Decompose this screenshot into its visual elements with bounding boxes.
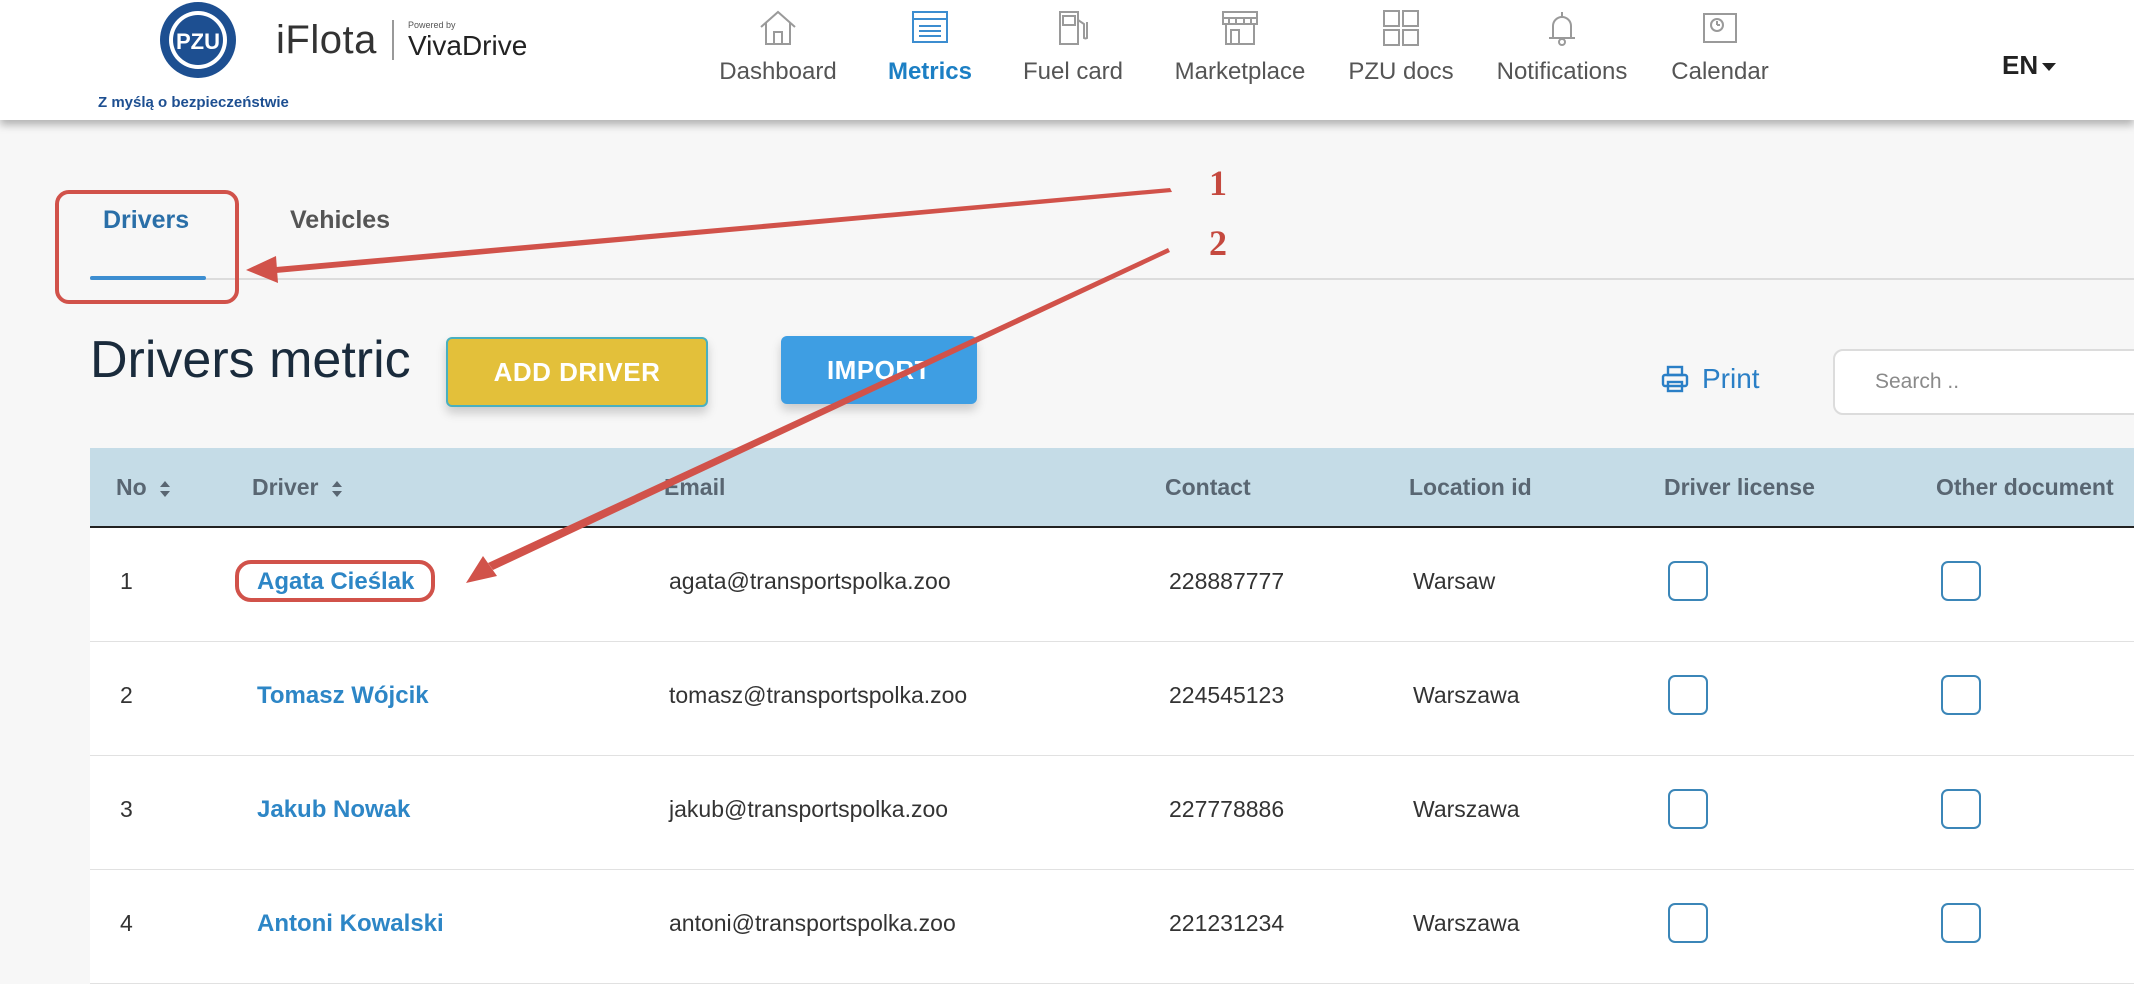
top-navigation-bar: PZU Z myślą o bezpieczeństwie iFlota Pow… (0, 0, 2134, 120)
nav-label-metrics: Metrics (887, 58, 973, 85)
driver-contact: 228887777 (1169, 568, 1285, 594)
grid-icon (1383, 10, 1419, 46)
driver-location: Warsaw (1413, 568, 1496, 594)
tab-vehicles[interactable]: Vehicles (290, 206, 390, 235)
driver-name-link[interactable]: Antoni Kowalski (257, 910, 444, 938)
column-header-no-label: No (116, 474, 147, 500)
column-header-contact: Contact (1165, 474, 1251, 500)
partner-name: VivaDrive (408, 30, 528, 61)
driver-email: tomasz@transportspolka.zoo (669, 682, 968, 708)
driver-contact: 224545123 (1169, 682, 1285, 708)
nav-dashboard[interactable]: Dashboard (718, 8, 838, 108)
powered-by-label: Powered by (408, 20, 456, 30)
brand-divider (392, 20, 394, 60)
nav-pzu-docs[interactable]: PZU docs (1345, 8, 1457, 108)
column-header-driver-license: Driver license (1664, 474, 1815, 500)
driver-location: Warszawa (1413, 796, 1520, 822)
driver-contact: 227778886 (1169, 796, 1285, 822)
search-input[interactable] (1833, 349, 2134, 415)
column-header-other-document: Other document (1936, 474, 2114, 500)
row-number: 1 (120, 568, 133, 594)
chevron-down-icon (2042, 63, 2057, 72)
home-icon (760, 10, 796, 45)
brand-name: iFlota (276, 18, 377, 62)
table-row: 3 Jakub Nowak jakub@transportspolka.zoo … (90, 756, 2134, 870)
driver-name-link[interactable]: Tomasz Wójcik (257, 682, 429, 710)
driver-email: antoni@transportspolka.zoo (669, 910, 956, 936)
print-button[interactable]: Print (1660, 363, 1760, 395)
driver-email: jakub@transportspolka.zoo (669, 796, 949, 822)
driver-license-checkbox[interactable] (1668, 561, 1708, 601)
annotation-arrow-1 (276, 188, 1172, 273)
sort-icon (331, 480, 342, 497)
tabs-divider (90, 278, 2134, 280)
pzu-logo[interactable]: PZU (158, 0, 238, 80)
nav-label-notifications: Notifications (1496, 58, 1628, 85)
driver-license-checkbox[interactable] (1668, 903, 1708, 943)
driver-license-checkbox[interactable] (1668, 675, 1708, 715)
list-icon (912, 11, 948, 43)
column-header-no[interactable]: No (116, 474, 171, 501)
store-icon (1222, 11, 1258, 45)
table-row: 2 Tomasz Wójcik tomasz@transportspolka.z… (90, 642, 2134, 756)
row-number: 3 (120, 796, 133, 822)
nav-marketplace[interactable]: Marketplace (1170, 8, 1310, 108)
driver-license-checkbox[interactable] (1668, 789, 1708, 829)
printer-icon (1661, 365, 1689, 393)
row-number: 2 (120, 682, 133, 708)
column-header-location: Location id (1409, 474, 1532, 500)
page-title: Drivers metric (90, 331, 411, 389)
import-button[interactable]: IMPORT (781, 336, 977, 404)
nav-label-fuel-card: Fuel card (1022, 58, 1124, 85)
annotation-box-drivers-tab (55, 190, 239, 304)
nav-notifications[interactable]: Notifications (1492, 8, 1632, 108)
table-row: 4 Antoni Kowalski antoni@transportspolka… (90, 870, 2134, 984)
other-document-checkbox[interactable] (1941, 675, 1981, 715)
driver-contact: 221231234 (1169, 910, 1285, 936)
other-document-checkbox[interactable] (1941, 903, 1981, 943)
driver-location: Warszawa (1413, 910, 1520, 936)
annotation-number-2: 2 (1209, 223, 1227, 263)
fuel-pump-icon (1059, 11, 1088, 45)
annotation-box-driver-name (235, 560, 435, 602)
nav-calendar[interactable]: Calendar (1668, 8, 1772, 108)
table-header: No Driver Email Contact Location id Driv… (90, 448, 2134, 529)
language-selector[interactable]: EN (2002, 50, 2057, 81)
tagline: Z myślą o bezpieczeństwie (98, 94, 289, 111)
add-driver-button[interactable]: ADD DRIVER (446, 337, 708, 407)
pzu-logo-text: PZU (176, 29, 220, 54)
nav-label-pzu-docs: PZU docs (1348, 58, 1454, 85)
bell-icon (1549, 12, 1575, 46)
other-document-checkbox[interactable] (1941, 561, 1981, 601)
column-header-driver[interactable]: Driver (252, 474, 343, 501)
driver-email: agata@transportspolka.zoo (669, 568, 951, 594)
nav-label-dashboard: Dashboard (719, 58, 837, 85)
sort-icon (160, 480, 171, 497)
annotation-number-1: 1 (1209, 163, 1227, 203)
nav-fuel-card[interactable]: Fuel card (1018, 8, 1128, 108)
nav-metrics[interactable]: Metrics (880, 8, 980, 108)
other-document-checkbox[interactable] (1941, 789, 1981, 829)
calendar-icon (1703, 13, 1737, 43)
column-header-driver-label: Driver (252, 474, 319, 500)
column-header-email: Email (664, 474, 726, 500)
driver-name-link[interactable]: Jakub Nowak (257, 796, 410, 824)
language-label: EN (2002, 50, 2039, 80)
print-label: Print (1702, 363, 1760, 394)
nav-label-marketplace: Marketplace (1174, 58, 1306, 85)
driver-location: Warszawa (1413, 682, 1520, 708)
nav-label-calendar: Calendar (1671, 58, 1769, 85)
row-number: 4 (120, 910, 133, 936)
